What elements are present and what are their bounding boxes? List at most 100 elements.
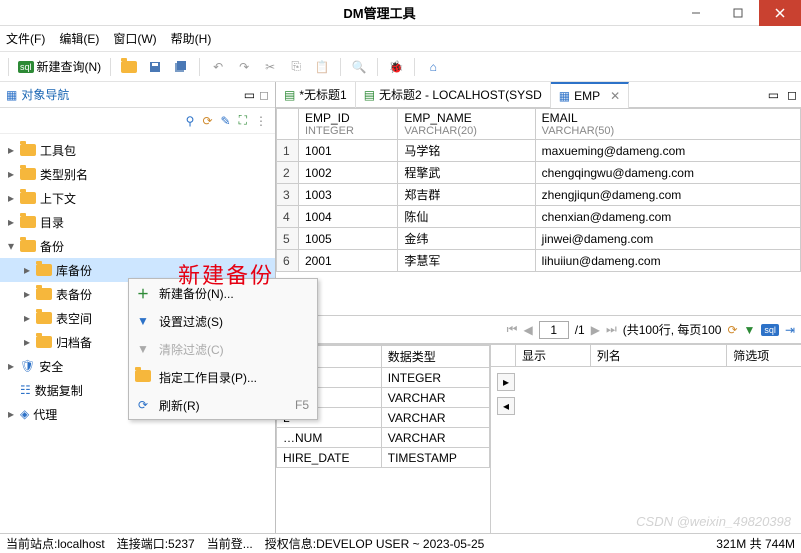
table-row[interactable]: 21002程擎武chengqingwu@dameng.com bbox=[277, 162, 801, 184]
table-row[interactable]: 41004陈仙chenxian@dameng.com bbox=[277, 206, 801, 228]
bug-icon[interactable]: 🐞 bbox=[384, 55, 408, 79]
pager-last-icon[interactable]: ⏭ bbox=[606, 322, 617, 337]
filter-icon: ▼ bbox=[135, 314, 151, 328]
tab-min-icon[interactable]: ▭ bbox=[764, 88, 783, 102]
agent-icon: ◈ bbox=[20, 407, 29, 421]
maximize-button[interactable] bbox=[717, 0, 759, 26]
search-icon[interactable]: 🔍 bbox=[347, 55, 371, 79]
sql-icon[interactable]: sql bbox=[761, 324, 779, 336]
ctx-refresh[interactable]: ⟳刷新(R)F5 bbox=[129, 391, 317, 419]
tree-node[interactable]: ▸类型别名 bbox=[0, 162, 275, 186]
link-icon[interactable]: ⚲ bbox=[186, 114, 195, 128]
folder-icon bbox=[36, 312, 52, 324]
sql-tab-icon: ▤ bbox=[364, 88, 375, 102]
panel-minimize-icon[interactable]: ▭ bbox=[244, 88, 255, 102]
toolbar: sql 新建查询(N) ↶ ↷ ✂ ⎘ 📋 🔍 🐞 ⌂ bbox=[0, 52, 801, 82]
col-header[interactable]: EMP_NAME bbox=[404, 111, 528, 125]
new-query-button[interactable]: sql 新建查询(N) bbox=[15, 55, 104, 79]
tab-untitled2[interactable]: ▤无标题2 - LOCALHOST(SYSD bbox=[356, 82, 551, 108]
folder-icon bbox=[135, 370, 151, 385]
col-header[interactable]: 显示 bbox=[515, 345, 590, 366]
pager-prev-icon[interactable]: ◀ bbox=[523, 323, 532, 337]
pager-bar: ⏮ ◀ /1 ▶ ⏭ (共100行, 每页100 ⟳ ▼ sql ⇥ bbox=[276, 316, 801, 344]
refresh-icon[interactable]: ⟳ bbox=[727, 323, 737, 337]
table-row[interactable]: 11001马学铭maxueming@dameng.com bbox=[277, 140, 801, 162]
nav-title: 对象导航 bbox=[21, 86, 239, 103]
pager-first-icon[interactable]: ⏮ bbox=[507, 322, 518, 337]
menu-window[interactable]: 窗口(W) bbox=[113, 30, 156, 47]
annotation-text: 新建备份 bbox=[178, 258, 274, 290]
refresh-icon: ⟳ bbox=[135, 398, 151, 412]
titlebar: DM管理工具 bbox=[0, 0, 801, 26]
table-row[interactable]: 31003郑吉群zhengjiqun@dameng.com bbox=[277, 184, 801, 206]
refresh-tree-icon[interactable]: ⟳ bbox=[202, 114, 212, 128]
row-prev-icon[interactable]: ◂ bbox=[497, 397, 515, 415]
tab-restore-icon[interactable]: ◻ bbox=[783, 88, 801, 102]
status-mem: 321M 共 744M bbox=[710, 535, 801, 552]
tab-emp[interactable]: ▦EMP✕ bbox=[551, 82, 629, 108]
status-site: 当前站点:localhost bbox=[0, 535, 111, 552]
open-folder-icon[interactable] bbox=[117, 55, 141, 79]
status-auth: 授权信息:DEVELOP USER ~ 2023-05-25 bbox=[259, 535, 491, 552]
cut-icon[interactable]: ✂ bbox=[258, 55, 282, 79]
tab-close-icon[interactable]: ✕ bbox=[610, 89, 620, 103]
table-row[interactable]: 51005金纬jinwei@dameng.com bbox=[277, 228, 801, 250]
menu-file[interactable]: 文件(F) bbox=[6, 30, 45, 47]
ctx-set-workdir[interactable]: 指定工作目录(P)... bbox=[129, 363, 317, 391]
menu-edit[interactable]: 编辑(E) bbox=[59, 30, 99, 47]
tree-node-backup[interactable]: ▾备份 bbox=[0, 234, 275, 258]
editor-tabs: ▤*无标题1 ▤无标题2 - LOCALHOST(SYSD ▦EMP✕ ▭ ◻ bbox=[276, 82, 801, 108]
page-input[interactable] bbox=[539, 321, 569, 339]
col-header[interactable]: EMAIL bbox=[542, 111, 794, 125]
panel-close-icon[interactable]: ◻ bbox=[259, 88, 269, 102]
folder-icon bbox=[20, 240, 36, 252]
paste-icon[interactable]: 📋 bbox=[310, 55, 334, 79]
home-icon[interactable]: ⌂ bbox=[421, 55, 445, 79]
edit-icon[interactable]: ✎ bbox=[221, 114, 231, 128]
status-login: 当前登... bbox=[201, 535, 259, 552]
copy-icon[interactable]: ⎘ bbox=[284, 55, 308, 79]
sql-icon: sql bbox=[18, 61, 34, 73]
folder-icon bbox=[36, 336, 52, 348]
data-grid[interactable]: EMP_IDINTEGER EMP_NAMEVARCHAR(20) EMAILV… bbox=[276, 108, 801, 316]
col-header[interactable]: EMP_ID bbox=[305, 111, 391, 125]
schema-row[interactable]: HIRE_DATETIMESTAMP bbox=[277, 448, 490, 468]
redo-icon[interactable]: ↷ bbox=[232, 55, 256, 79]
pager-next-icon[interactable]: ▶ bbox=[591, 323, 600, 337]
folder-icon bbox=[36, 264, 52, 276]
col-header[interactable]: 筛选项 bbox=[726, 345, 801, 366]
menu-icon[interactable]: ⋮ bbox=[255, 114, 267, 128]
menu-help[interactable]: 帮助(H) bbox=[171, 30, 212, 47]
folder-icon bbox=[20, 144, 36, 156]
menubar: 文件(F) 编辑(E) 窗口(W) 帮助(H) bbox=[0, 26, 801, 52]
close-button[interactable] bbox=[759, 0, 801, 26]
table-row[interactable]: 62001李慧军lihuiiun@dameng.com bbox=[277, 250, 801, 272]
tree-node[interactable]: ▸上下文 bbox=[0, 186, 275, 210]
filter-icon[interactable]: ▼ bbox=[744, 323, 756, 337]
folder-icon bbox=[20, 192, 36, 204]
tree-node[interactable]: ▸目录 bbox=[0, 210, 275, 234]
ctx-set-filter[interactable]: ▼设置过滤(S) bbox=[129, 307, 317, 335]
minimize-button[interactable] bbox=[675, 0, 717, 26]
status-port: 连接端口:5237 bbox=[111, 535, 201, 552]
expand-icon[interactable]: ⛶ bbox=[239, 113, 247, 128]
status-bar: 当前站点:localhost 连接端口:5237 当前登... 授权信息:DEV… bbox=[0, 533, 801, 553]
export-icon[interactable]: ⇥ bbox=[785, 323, 795, 337]
shield-icon: 🛡 bbox=[20, 359, 35, 373]
nav-icon: ▦ bbox=[6, 88, 17, 102]
sql-tab-icon: ▤ bbox=[284, 88, 295, 102]
plus-icon: ＋ bbox=[135, 285, 151, 302]
row-next-icon[interactable]: ▸ bbox=[497, 373, 515, 391]
folder-icon bbox=[20, 216, 36, 228]
tab-untitled1[interactable]: ▤*无标题1 bbox=[276, 82, 356, 108]
tree-node[interactable]: ▸工具包 bbox=[0, 138, 275, 162]
save-icon[interactable] bbox=[143, 55, 167, 79]
save-all-icon[interactable] bbox=[169, 55, 193, 79]
table-icon: ▦ bbox=[559, 89, 570, 103]
schema-row[interactable]: …NUMVARCHAR bbox=[277, 428, 490, 448]
undo-icon[interactable]: ↶ bbox=[206, 55, 230, 79]
folder-icon bbox=[36, 288, 52, 300]
watermark: CSDN @weixin_49820398 bbox=[636, 514, 791, 529]
col-header[interactable]: 列名 bbox=[590, 345, 727, 366]
replicate-icon: ☷ bbox=[20, 383, 31, 397]
